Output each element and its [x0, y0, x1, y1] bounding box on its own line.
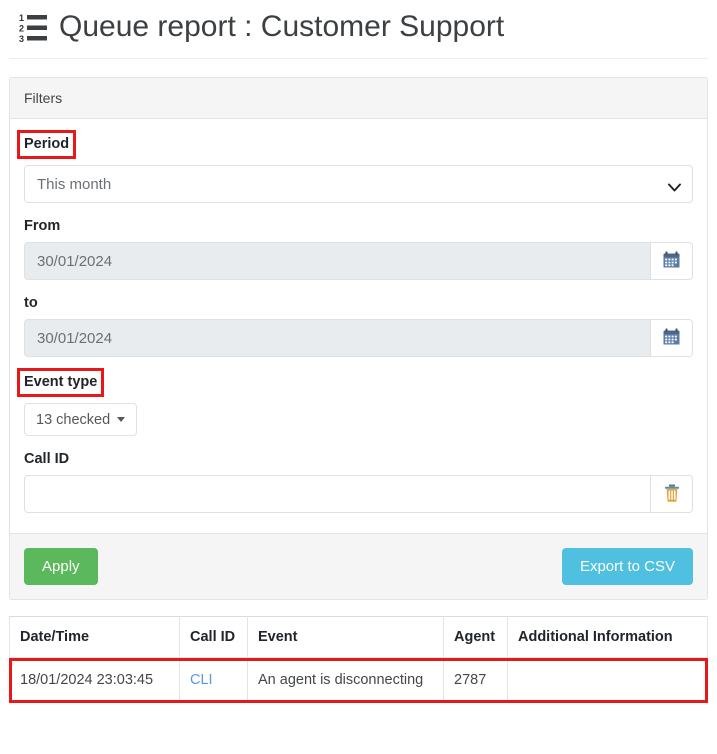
cell-callid: CLI — [180, 658, 248, 703]
caret-down-icon — [117, 417, 125, 422]
ordered-list-icon: 1 2 3 — [19, 12, 47, 42]
period-label: Period — [20, 133, 73, 156]
calendar-icon — [663, 251, 680, 271]
results-table-head: Date/Time Call ID Event Agent Additional… — [10, 617, 708, 658]
svg-text:2: 2 — [19, 24, 24, 34]
to-label: to — [24, 294, 38, 313]
filters-card-title: Filters — [10, 78, 707, 119]
call-id-clear-button[interactable] — [651, 475, 693, 513]
cell-datetime: 18/01/2024 23:03:45 — [10, 658, 180, 703]
period-field-group: Period This month — [24, 133, 693, 203]
filters-card: Filters Period This month — [9, 77, 708, 600]
call-id-input-group — [24, 475, 693, 513]
filters-card-body: Period This month From — [10, 119, 707, 533]
queue-report-page: 1 2 3 Queue report : Customer Support Fi… — [0, 0, 717, 754]
event-type-label: Event type — [20, 371, 101, 394]
to-input-group — [24, 319, 693, 357]
table-header-row: Date/Time Call ID Event Agent Additional… — [10, 617, 708, 658]
results-table-wrap: Date/Time Call ID Event Agent Additional… — [9, 616, 708, 703]
filters-card-footer: Apply Export to CSV — [10, 533, 707, 599]
call-id-field-group: Call ID — [24, 450, 693, 513]
cell-event: An agent is disconnecting — [248, 658, 444, 703]
column-header-additional-information: Additional Information — [508, 617, 708, 658]
from-date-input[interactable] — [24, 242, 651, 280]
from-input-group — [24, 242, 693, 280]
to-calendar-button[interactable] — [651, 319, 693, 357]
column-header-event: Event — [248, 617, 444, 658]
calendar-icon — [663, 328, 680, 348]
svg-text:1: 1 — [19, 13, 24, 23]
results-table: Date/Time Call ID Event Agent Additional… — [9, 616, 708, 703]
event-type-dropdown-wrap: 13 checked — [24, 403, 693, 436]
call-id-input[interactable] — [24, 475, 651, 513]
from-calendar-button[interactable] — [651, 242, 693, 280]
page-header: 1 2 3 Queue report : Customer Support — [9, 0, 708, 59]
to-date-input[interactable] — [24, 319, 651, 357]
table-row[interactable]: 18/01/2024 23:03:45 CLI An agent is disc… — [10, 658, 708, 703]
export-to-csv-button[interactable]: Export to CSV — [562, 548, 693, 585]
period-select[interactable]: This month — [24, 165, 693, 203]
column-header-callid: Call ID — [180, 617, 248, 658]
column-header-agent: Agent — [444, 617, 508, 658]
call-id-label: Call ID — [24, 450, 69, 469]
event-type-dropdown-label: 13 checked — [36, 412, 110, 428]
to-field-group: to — [24, 294, 693, 357]
column-header-datetime: Date/Time — [10, 617, 180, 658]
from-label: From — [24, 217, 60, 236]
cell-agent: 2787 — [444, 658, 508, 703]
from-field-group: From — [24, 217, 693, 280]
event-type-dropdown-button[interactable]: 13 checked — [24, 403, 137, 436]
cell-additional-information — [508, 658, 708, 703]
apply-button[interactable]: Apply — [24, 548, 98, 585]
svg-text:3: 3 — [19, 34, 24, 42]
call-id-link[interactable]: CLI — [190, 672, 213, 688]
page-title: Queue report : Customer Support — [59, 10, 504, 44]
results-table-body: 18/01/2024 23:03:45 CLI An agent is disc… — [10, 658, 708, 703]
event-type-field-group: Event type 13 checked — [24, 371, 693, 436]
trash-icon — [664, 484, 680, 505]
period-select-wrap: This month — [24, 165, 693, 203]
